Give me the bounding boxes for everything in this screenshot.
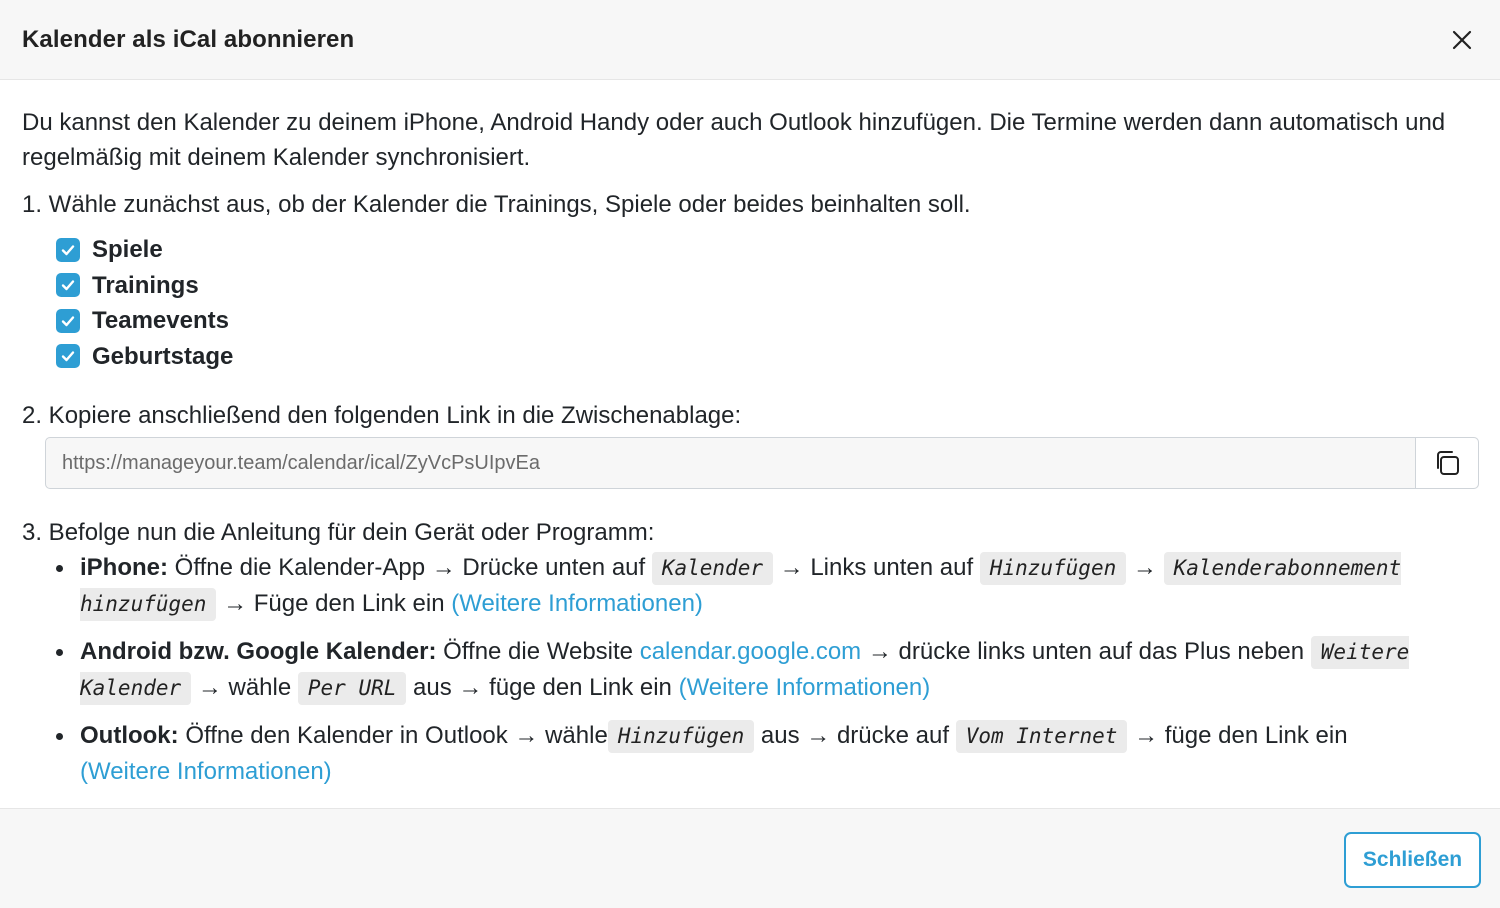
checkbox-geburtstage[interactable]: [56, 344, 80, 369]
ical-link-input[interactable]: [46, 438, 1415, 488]
checkbox-row-geburtstage[interactable]: Geburtstage: [56, 339, 1478, 375]
step-2-text: 2. Kopiere anschließend den folgenden Li…: [22, 402, 742, 429]
menu-keyword: Hinzufügen: [979, 552, 1127, 585]
instruction-text: → Füge den Link ein: [216, 590, 452, 617]
menu-keyword: Per URL: [297, 672, 407, 705]
instruction-android: Android bzw. Google Kalender: Öffne die …: [56, 634, 1440, 706]
instruction-text: Öffne die Website: [436, 638, 640, 665]
checkbox-trainings[interactable]: [56, 273, 80, 298]
calendar-type-checkboxes: Spiele Trainings Teamevents Geburtstage: [56, 232, 1478, 374]
checkbox-row-teamevents[interactable]: Teamevents: [56, 303, 1478, 339]
checkbox-row-trainings[interactable]: Trainings: [56, 268, 1478, 304]
instruction-text: Öffne die Kalender-App → Drücke unten au…: [168, 554, 652, 581]
checkbox-label: Geburtstage: [92, 342, 234, 370]
checkbox-label: Spiele: [92, 236, 163, 264]
copy-icon: [1437, 451, 1459, 475]
ical-modal: Kalender als iCal abonnieren Du kannst d…: [0, 0, 1500, 908]
modal-footer: Schließen: [0, 808, 1500, 908]
close-button[interactable]: [1444, 22, 1480, 58]
step-1-text: 1. Wähle zunächst aus, ob der Kalender d…: [22, 191, 971, 218]
instruction-text: → füge den Link ein: [1127, 722, 1348, 749]
checkbox-teamevents[interactable]: [56, 308, 80, 333]
check-icon: [61, 351, 75, 362]
instruction-text: → wähle: [191, 674, 298, 701]
device-instructions: iPhone: Öffne die Kalender-App → Drücke …: [22, 550, 1478, 789]
modal-title: Kalender als iCal abonnieren: [22, 25, 355, 53]
menu-keyword: Kalender: [651, 552, 773, 585]
more-info-link-iphone[interactable]: (Weitere Informationen): [451, 590, 703, 617]
checkbox-spiele[interactable]: [56, 237, 80, 262]
instruction-text: →: [1126, 554, 1164, 581]
instruction-text: aus → drücke auf: [754, 722, 956, 749]
instruction-text: aus → füge den Link ein: [406, 674, 679, 701]
modal-body: Du kannst den Kalender zu deinem iPhone,…: [0, 80, 1500, 789]
ical-link-group: [45, 437, 1479, 489]
close-footer-button[interactable]: Schließen: [1344, 832, 1481, 888]
instruction-outlook: Outlook: Öffne den Kalender in Outlook →…: [56, 718, 1440, 789]
copy-link-button[interactable]: [1415, 438, 1478, 488]
instruction-text: Öffne den Kalender in Outlook → wähle: [178, 722, 608, 749]
device-name: Android bzw. Google Kalender:: [80, 638, 437, 665]
more-info-link-android[interactable]: (Weitere Informationen): [679, 674, 931, 701]
close-icon: [1452, 30, 1472, 49]
check-icon: [61, 280, 75, 291]
device-name: iPhone:: [80, 554, 168, 581]
checkbox-label: Trainings: [92, 271, 199, 299]
modal-header: Kalender als iCal abonnieren: [0, 0, 1500, 80]
check-icon: [61, 245, 75, 255]
step-3-text: 3. Befolge nun die Anleitung für dein Ge…: [22, 519, 655, 546]
menu-keyword: Vom Internet: [955, 720, 1128, 753]
intro-text: Du kannst den Kalender zu deinem iPhone,…: [22, 109, 1446, 171]
instruction-text: → drücke links unten auf das Plus neben: [861, 638, 1311, 665]
device-name: Outlook:: [80, 722, 179, 749]
checkbox-label: Teamevents: [92, 307, 229, 335]
google-calendar-link[interactable]: calendar.google.com: [640, 638, 861, 665]
more-info-link-outlook[interactable]: (Weitere Informationen): [80, 758, 332, 785]
checkbox-row-spiele[interactable]: Spiele: [56, 232, 1478, 268]
menu-keyword: Hinzufügen: [607, 720, 755, 753]
instruction-text: → Links unten auf: [773, 554, 980, 581]
instruction-iphone: iPhone: Öffne die Kalender-App → Drücke …: [56, 550, 1440, 622]
check-icon: [61, 316, 75, 326]
